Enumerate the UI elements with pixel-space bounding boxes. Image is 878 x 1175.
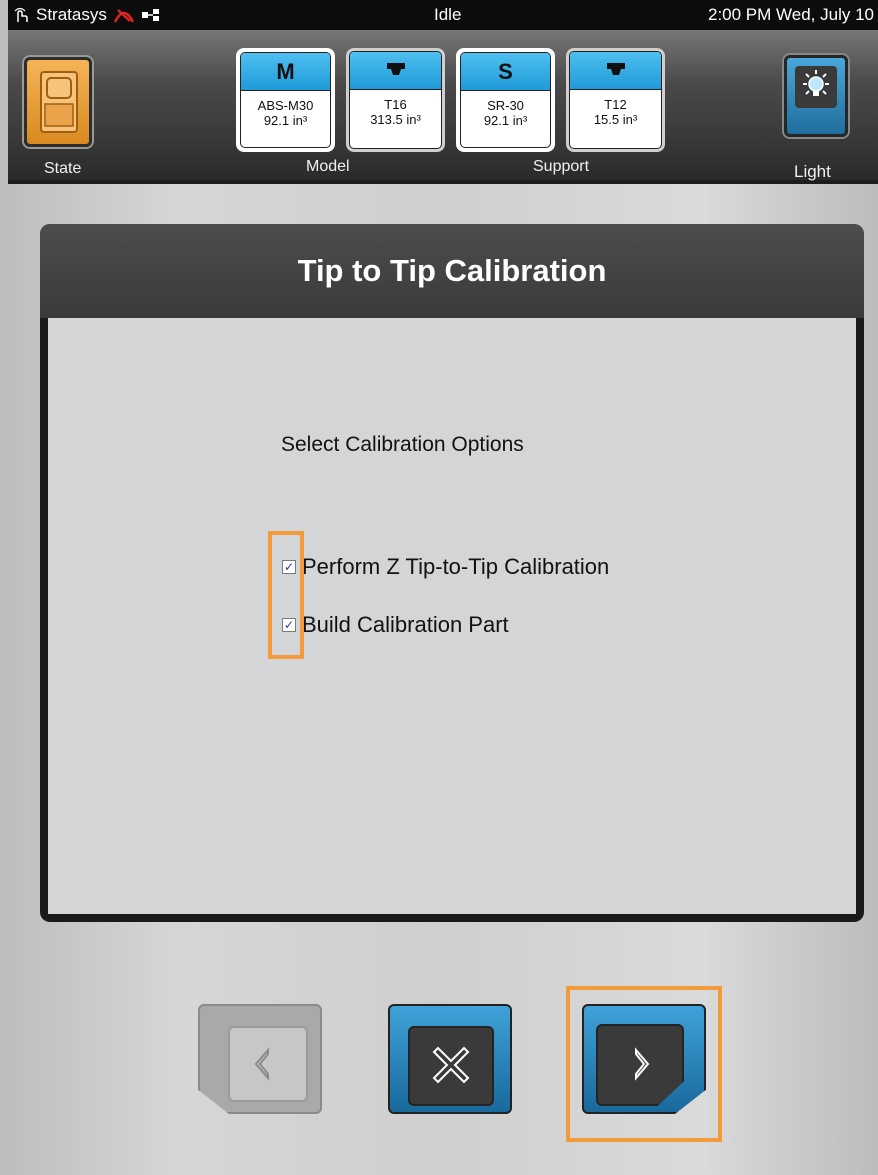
dialog-subtitle: Select Calibration Options: [281, 433, 524, 456]
printer-icon: [40, 71, 78, 133]
support-label: Support: [533, 158, 590, 175]
tip-name: T12: [604, 97, 627, 112]
network-icon: [141, 9, 159, 21]
header: State M ABS-M30 92.1 in³ T16 313.5 in³ S…: [8, 30, 878, 184]
material-card-support[interactable]: S SR-30 92.1 in³: [456, 48, 555, 152]
touch-icon: [14, 7, 28, 22]
tip-card-model[interactable]: T16 313.5 in³: [346, 48, 445, 152]
tip-card-support[interactable]: T12 15.5 in³: [566, 48, 665, 152]
back-button[interactable]: [198, 1004, 322, 1114]
option-z-tip-calibration[interactable]: ✓ Perform Z Tip-to-Tip Calibration: [282, 554, 609, 580]
light-button[interactable]: [784, 55, 848, 137]
material-badge: M: [241, 53, 330, 91]
lightbulb-icon: [803, 70, 829, 96]
tip-name: T16: [384, 97, 407, 112]
option-label: Perform Z Tip-to-Tip Calibration: [302, 554, 610, 579]
material-volume: 92.1 in³: [263, 113, 308, 128]
chevron-left-icon: [254, 1047, 269, 1081]
printer-state: Idle: [434, 5, 462, 24]
calibration-dialog: Tip to Tip Calibration Select Calibratio…: [40, 224, 864, 922]
cancel-button[interactable]: [388, 1004, 512, 1114]
material-badge: S: [461, 53, 550, 91]
status-bar: Stratasys Idle 2:00 PM Wed, July 10: [8, 0, 878, 30]
tip-icon: [606, 62, 625, 75]
checkbox-highlight: [268, 531, 304, 659]
material-volume: 92.1 in³: [483, 113, 528, 128]
material-card-model[interactable]: M ABS-M30 92.1 in³: [236, 48, 335, 152]
dialog-title: Tip to Tip Calibration: [40, 224, 864, 318]
option-label: Build Calibration Part: [302, 612, 509, 637]
datetime: 2:00 PM Wed, July 10: [708, 5, 874, 24]
light-label: Light: [794, 162, 831, 181]
tip-icon: [386, 62, 405, 75]
material-name: SR-30: [487, 98, 524, 113]
close-icon: [432, 1046, 470, 1084]
tip-volume: 313.5 in³: [370, 112, 421, 127]
next-button[interactable]: [582, 1004, 706, 1114]
model-label: Model: [306, 158, 350, 175]
material-name: ABS-M30: [257, 98, 314, 113]
tip-volume: 15.5 in³: [593, 112, 638, 127]
state-button[interactable]: [24, 57, 92, 147]
dialog-body: Select Calibration Options ✓ Perform Z T…: [48, 318, 856, 914]
chevron-right-icon: [635, 1047, 650, 1081]
option-build-calibration-part[interactable]: ✓ Build Calibration Part: [282, 612, 509, 638]
brand-label: Stratasys: [36, 5, 107, 24]
alert-icon[interactable]: [113, 6, 135, 24]
state-label: State: [44, 160, 82, 177]
